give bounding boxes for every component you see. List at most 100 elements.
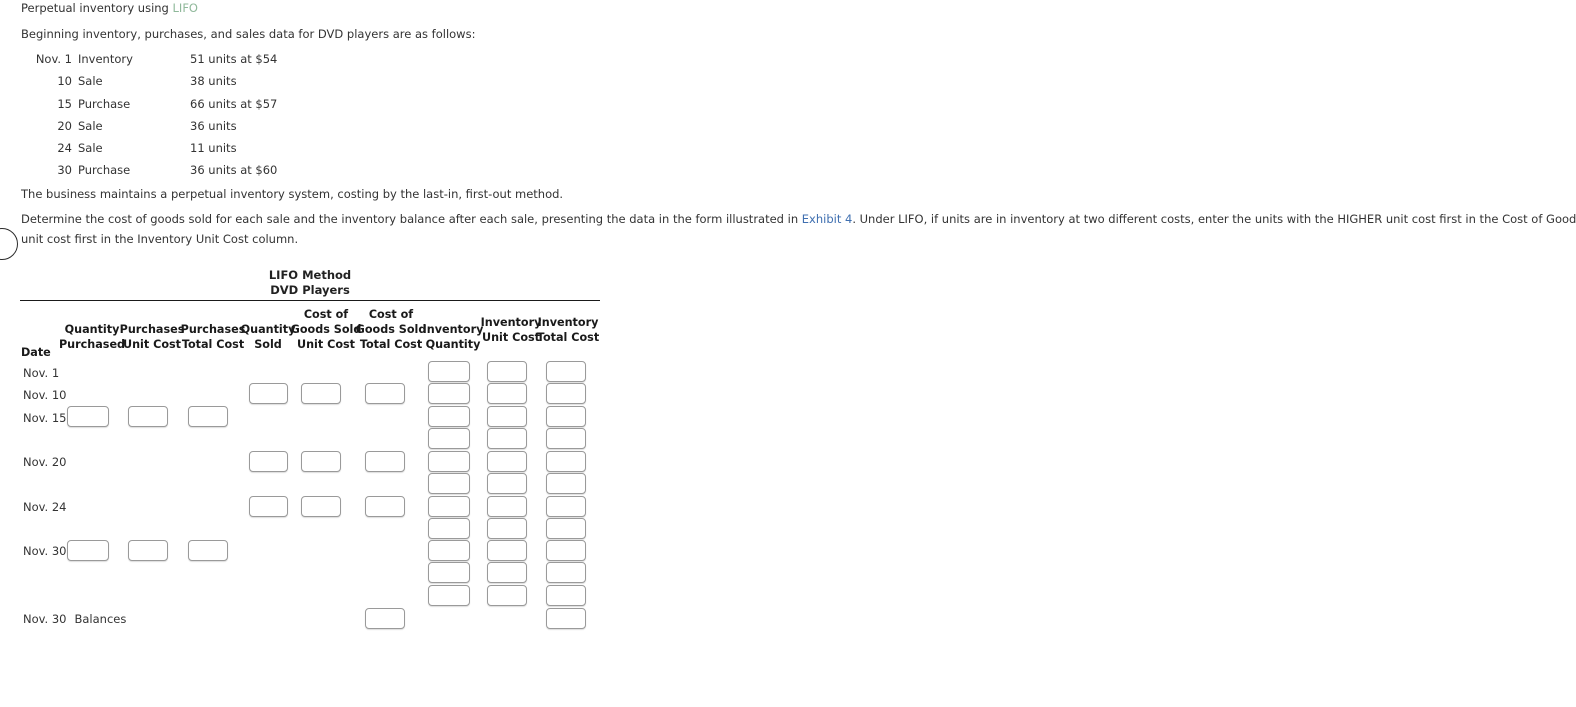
- table-row-label: Nov. 15: [23, 411, 67, 425]
- data-row-label: Inventory: [78, 52, 133, 66]
- input-cell-invUnit[interactable]: [487, 518, 527, 539]
- input-cell-cogsUnit[interactable]: [301, 451, 341, 472]
- input-cell-purchUnit[interactable]: [128, 540, 168, 561]
- table-row-label: Nov. 10: [23, 388, 67, 402]
- data-row-label: Sale: [78, 74, 103, 88]
- input-cell-invQty[interactable]: [428, 518, 470, 539]
- input-cell-invQty[interactable]: [428, 361, 470, 382]
- input-cell-invUnit[interactable]: [487, 428, 527, 449]
- input-cell-invTot[interactable]: [546, 518, 586, 539]
- table-row-balances-label: Balances: [74, 612, 127, 626]
- input-cell-qtySold[interactable]: [249, 496, 288, 517]
- input-cell-invQty[interactable]: [428, 473, 470, 494]
- perpetual-note-text: The business maintains a perpetual inven…: [21, 187, 564, 201]
- input-cell-qtyPurch[interactable]: [67, 540, 109, 561]
- table-row-label: Nov. 30: [23, 544, 67, 558]
- table-row-date: Nov. 20: [23, 455, 67, 469]
- input-cell-qtySold[interactable]: [249, 451, 288, 472]
- input-cell-invTot[interactable]: [546, 540, 586, 561]
- table-row-label: Nov. 30 Balances: [23, 612, 126, 626]
- input-cell-invQty[interactable]: [428, 451, 470, 472]
- data-row-detail: 36 units at $60: [190, 163, 278, 177]
- table-title-line2: DVD Players: [270, 283, 350, 297]
- table-row-date: Nov. 10: [23, 388, 67, 402]
- input-cell-invTot[interactable]: [546, 383, 586, 404]
- input-cell-invUnit[interactable]: [487, 473, 527, 494]
- input-cell-invQty[interactable]: [428, 406, 470, 427]
- column-header-line: Total Cost: [536, 331, 600, 344]
- input-cell-invTot[interactable]: [546, 585, 586, 606]
- data-row-detail: 51 units at $54: [190, 52, 278, 66]
- input-cell-invUnit[interactable]: [487, 562, 527, 583]
- data-row-date: 20: [57, 119, 72, 133]
- data-row-detail: 38 units: [190, 74, 237, 88]
- table-row-date: Nov. 24: [23, 500, 67, 514]
- input-cell-invQty[interactable]: [428, 585, 470, 606]
- column-header-inventory-quantity: Inventory Quantity: [419, 322, 487, 352]
- input-cell-qtyPurch[interactable]: [67, 406, 109, 427]
- table-row-label: Nov. 1: [23, 366, 59, 380]
- page-title: Perpetual inventory using LIFO: [21, 1, 198, 16]
- exhibit-4-link[interactable]: Exhibit 4: [802, 212, 853, 226]
- lifo-link[interactable]: LIFO: [173, 1, 198, 15]
- table-title-line1: LIFO Method: [268, 268, 352, 282]
- input-cell-invQty[interactable]: [428, 496, 470, 517]
- input-cell-cogsTot[interactable]: [365, 451, 405, 472]
- input-cell-invUnit[interactable]: [487, 383, 527, 404]
- column-header-line: Cost of: [368, 308, 414, 321]
- data-row-date: 30: [57, 163, 72, 177]
- input-cell-invTot[interactable]: [546, 406, 586, 427]
- input-cell-invTot[interactable]: [546, 428, 586, 449]
- data-row-label: Purchase: [78, 163, 131, 177]
- input-cell-invUnit[interactable]: [487, 451, 527, 472]
- input-cell-invUnit[interactable]: [487, 585, 527, 606]
- input-cell-invTot[interactable]: [546, 473, 586, 494]
- input-cell-invUnit[interactable]: [487, 540, 527, 561]
- data-row-label: Sale: [78, 141, 103, 155]
- determine-text-part1: Determine the cost of goods sold for eac…: [21, 212, 802, 226]
- table-row-date: Nov. 30: [23, 544, 67, 558]
- input-cell-cogsUnit[interactable]: [301, 496, 341, 517]
- input-cell-purchTot[interactable]: [188, 406, 228, 427]
- input-cell-invTot[interactable]: [546, 496, 586, 517]
- determine-instruction-line1: Determine the cost of goods sold for eac…: [21, 212, 1576, 227]
- input-cell-purchUnit[interactable]: [128, 406, 168, 427]
- table-row-label: Nov. 20: [23, 455, 67, 469]
- input-cell-invQty[interactable]: [428, 562, 470, 583]
- data-row-detail: 36 units: [190, 119, 237, 133]
- input-cell-qtySold[interactable]: [249, 383, 288, 404]
- input-cell-invUnit[interactable]: [487, 361, 527, 382]
- table-row-date: Nov. 1: [23, 366, 60, 380]
- cursor-circle-artifact: [0, 228, 18, 260]
- input-cell-invQty[interactable]: [428, 428, 470, 449]
- input-cell-invUnit[interactable]: [487, 406, 527, 427]
- column-header-inventory-total-cost: Inventory Total Cost: [533, 315, 603, 345]
- input-cell-invUnit[interactable]: [487, 496, 527, 517]
- input-cell-invQty[interactable]: [428, 383, 470, 404]
- data-row-date: 15: [57, 97, 72, 111]
- data-row-label: Sale: [78, 119, 103, 133]
- column-header-line: Inventory: [422, 323, 484, 336]
- input-cell-invTot[interactable]: [546, 451, 586, 472]
- data-row-label: Purchase: [78, 97, 131, 111]
- input-cell-invTot[interactable]: [546, 361, 586, 382]
- determine-instruction-line2: unit cost first in the Inventory Unit Co…: [21, 232, 299, 246]
- column-header-date: Date: [21, 346, 51, 359]
- data-row-date: Nov. 1: [35, 52, 72, 66]
- page-title-text: Perpetual inventory using: [21, 1, 173, 15]
- data-row-detail: 11 units: [190, 141, 237, 155]
- data-row-date: 24: [57, 141, 72, 155]
- input-cell-cogsTot[interactable]: [365, 383, 405, 404]
- input-cell-invTot[interactable]: [546, 608, 586, 629]
- input-cell-invQty[interactable]: [428, 540, 470, 561]
- input-cell-invTot[interactable]: [546, 562, 586, 583]
- input-cell-cogsTot[interactable]: [365, 496, 405, 517]
- input-cell-cogsUnit[interactable]: [301, 383, 341, 404]
- table-top-rule: [20, 300, 600, 301]
- column-header-line: Inventory: [537, 316, 599, 329]
- table-row-date: Nov. 15: [23, 411, 67, 425]
- input-cell-cogsTot[interactable]: [365, 608, 405, 629]
- data-row-detail: 66 units at $57: [190, 97, 278, 111]
- column-header-line: Quantity: [425, 338, 481, 351]
- input-cell-purchTot[interactable]: [188, 540, 228, 561]
